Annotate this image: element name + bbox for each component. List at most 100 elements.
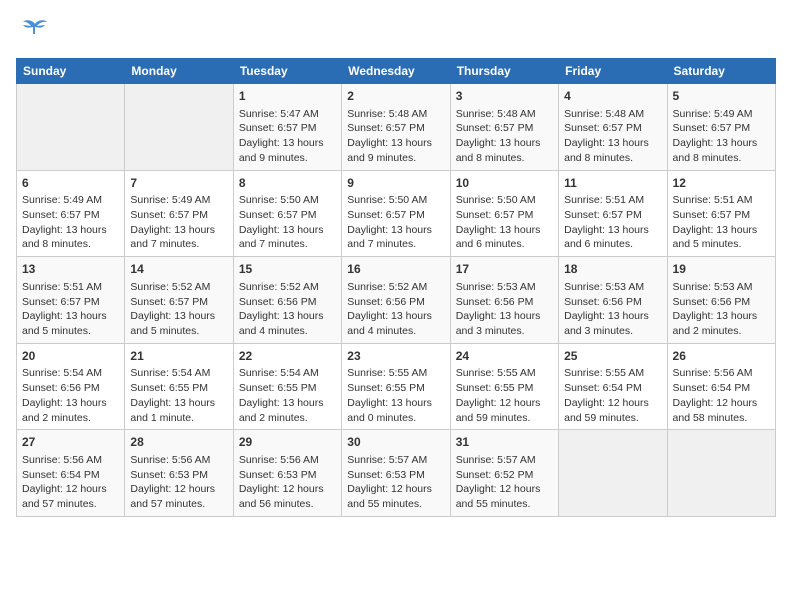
calendar-cell: 24Sunrise: 5:55 AM Sunset: 6:55 PM Dayli…	[450, 343, 558, 430]
day-info: Sunrise: 5:53 AM Sunset: 6:56 PM Dayligh…	[564, 280, 661, 339]
calendar-cell: 30 Sunrise: 5:57 AM Sunset: 6:53 PM Dayli…	[342, 430, 450, 517]
day-info: Sunrise: 5:54 AM Sunset: 6:55 PM Dayligh…	[239, 366, 336, 425]
calendar-cell: 16 Sunrise: 5:52 AM Sunset: 6:56 PM Dayli…	[342, 257, 450, 344]
day-number: 16	[347, 261, 444, 278]
day-info: Sunrise: 5:52 AM Sunset: 6:56 PM Dayligh…	[239, 280, 336, 339]
calendar-cell: 7Sunrise: 5:49 AM Sunset: 6:57 PM Daylig…	[125, 170, 233, 257]
day-number: 19	[673, 261, 770, 278]
day-number: 4	[564, 88, 661, 105]
day-number: 31	[456, 434, 553, 451]
day-number: 15	[239, 261, 336, 278]
calendar-cell: 4 Sunrise: 5:48 AM Sunset: 6:57 PM Daylig…	[559, 84, 667, 171]
calendar-cell: 6Sunrise: 5:49 AM Sunset: 6:57 PM Daylig…	[17, 170, 125, 257]
calendar-cell: 15 Sunrise: 5:52 AM Sunset: 6:56 PM Dayli…	[233, 257, 341, 344]
day-number: 1	[239, 88, 336, 105]
day-info: Sunrise: 5:48 AM Sunset: 6:57 PM Dayligh…	[564, 107, 661, 166]
calendar-cell	[125, 84, 233, 171]
day-info: Sunrise: 5:57 AM Sunset: 6:52 PM Dayligh…	[456, 453, 553, 512]
day-info: Sunrise: 5:49 AM Sunset: 6:57 PM Dayligh…	[130, 193, 227, 252]
day-info: Sunrise: 5:54 AM Sunset: 6:55 PM Dayligh…	[130, 366, 227, 425]
calendar-cell: 27 Sunrise: 5:56 AM Sunset: 6:54 PM Dayli…	[17, 430, 125, 517]
calendar-cell: 26Sunrise: 5:56 AM Sunset: 6:54 PM Dayli…	[667, 343, 775, 430]
day-info: Sunrise: 5:57 AM Sunset: 6:53 PM Dayligh…	[347, 453, 444, 512]
calendar-week-3: 13 Sunrise: 5:51 AM Sunset: 6:57 PM Dayli…	[17, 257, 776, 344]
day-number: 18	[564, 261, 661, 278]
calendar-cell: 5Sunrise: 5:49 AM Sunset: 6:57 PM Daylig…	[667, 84, 775, 171]
calendar-cell: 3 Sunrise: 5:48 AM Sunset: 6:57 PM Daylig…	[450, 84, 558, 171]
day-info: Sunrise: 5:56 AM Sunset: 6:54 PM Dayligh…	[22, 453, 119, 512]
day-info: Sunrise: 5:53 AM Sunset: 6:56 PM Dayligh…	[673, 280, 770, 339]
day-number: 22	[239, 348, 336, 365]
day-number: 29	[239, 434, 336, 451]
day-info: Sunrise: 5:50 AM Sunset: 6:57 PM Dayligh…	[347, 193, 444, 252]
day-number: 23	[347, 348, 444, 365]
weekday-header-wednesday: Wednesday	[342, 59, 450, 84]
day-info: Sunrise: 5:52 AM Sunset: 6:56 PM Dayligh…	[347, 280, 444, 339]
day-info: Sunrise: 5:55 AM Sunset: 6:54 PM Dayligh…	[564, 366, 661, 425]
calendar-table: SundayMondayTuesdayWednesdayThursdayFrid…	[16, 58, 776, 517]
day-number: 27	[22, 434, 119, 451]
day-info: Sunrise: 5:48 AM Sunset: 6:57 PM Dayligh…	[347, 107, 444, 166]
calendar-week-5: 27 Sunrise: 5:56 AM Sunset: 6:54 PM Dayli…	[17, 430, 776, 517]
weekday-header-monday: Monday	[125, 59, 233, 84]
day-info: Sunrise: 5:54 AM Sunset: 6:56 PM Dayligh…	[22, 366, 119, 425]
day-number: 30	[347, 434, 444, 451]
calendar-cell: 11Sunrise: 5:51 AM Sunset: 6:57 PM Dayli…	[559, 170, 667, 257]
day-info: Sunrise: 5:56 AM Sunset: 6:53 PM Dayligh…	[239, 453, 336, 512]
calendar-cell: 29 Sunrise: 5:56 AM Sunset: 6:53 PM Dayli…	[233, 430, 341, 517]
day-number: 12	[673, 175, 770, 192]
logo	[16, 16, 49, 50]
calendar-cell: 2 Sunrise: 5:48 AM Sunset: 6:57 PM Daylig…	[342, 84, 450, 171]
day-number: 3	[456, 88, 553, 105]
calendar-cell: 9Sunrise: 5:50 AM Sunset: 6:57 PM Daylig…	[342, 170, 450, 257]
calendar-cell: 13 Sunrise: 5:51 AM Sunset: 6:57 PM Dayli…	[17, 257, 125, 344]
day-number: 25	[564, 348, 661, 365]
day-number: 28	[130, 434, 227, 451]
calendar-cell	[17, 84, 125, 171]
day-info: Sunrise: 5:49 AM Sunset: 6:57 PM Dayligh…	[22, 193, 119, 252]
calendar-cell: 10Sunrise: 5:50 AM Sunset: 6:57 PM Dayli…	[450, 170, 558, 257]
page-header	[16, 16, 776, 50]
day-info: Sunrise: 5:47 AM Sunset: 6:57 PM Dayligh…	[239, 107, 336, 166]
day-info: Sunrise: 5:55 AM Sunset: 6:55 PM Dayligh…	[347, 366, 444, 425]
day-number: 10	[456, 175, 553, 192]
day-info: Sunrise: 5:56 AM Sunset: 6:54 PM Dayligh…	[673, 366, 770, 425]
day-info: Sunrise: 5:52 AM Sunset: 6:57 PM Dayligh…	[130, 280, 227, 339]
calendar-cell: 1 Sunrise: 5:47 AM Sunset: 6:57 PM Daylig…	[233, 84, 341, 171]
calendar-week-1: 1 Sunrise: 5:47 AM Sunset: 6:57 PM Daylig…	[17, 84, 776, 171]
day-info: Sunrise: 5:50 AM Sunset: 6:57 PM Dayligh…	[456, 193, 553, 252]
day-info: Sunrise: 5:56 AM Sunset: 6:53 PM Dayligh…	[130, 453, 227, 512]
day-info: Sunrise: 5:51 AM Sunset: 6:57 PM Dayligh…	[22, 280, 119, 339]
day-number: 2	[347, 88, 444, 105]
calendar-cell: 14 Sunrise: 5:52 AM Sunset: 6:57 PM Dayli…	[125, 257, 233, 344]
day-number: 14	[130, 261, 227, 278]
calendar-cell: 21Sunrise: 5:54 AM Sunset: 6:55 PM Dayli…	[125, 343, 233, 430]
day-number: 20	[22, 348, 119, 365]
calendar-cell: 19 Sunrise: 5:53 AM Sunset: 6:56 PM Dayli…	[667, 257, 775, 344]
calendar-cell: 12Sunrise: 5:51 AM Sunset: 6:57 PM Dayli…	[667, 170, 775, 257]
day-info: Sunrise: 5:53 AM Sunset: 6:56 PM Dayligh…	[456, 280, 553, 339]
day-number: 11	[564, 175, 661, 192]
day-number: 9	[347, 175, 444, 192]
logo-bird-icon	[21, 16, 49, 50]
weekday-header-saturday: Saturday	[667, 59, 775, 84]
calendar-cell	[667, 430, 775, 517]
day-number: 13	[22, 261, 119, 278]
day-number: 17	[456, 261, 553, 278]
calendar-cell: 18 Sunrise: 5:53 AM Sunset: 6:56 PM Dayli…	[559, 257, 667, 344]
day-info: Sunrise: 5:51 AM Sunset: 6:57 PM Dayligh…	[564, 193, 661, 252]
calendar-week-4: 20Sunrise: 5:54 AM Sunset: 6:56 PM Dayli…	[17, 343, 776, 430]
weekday-header-tuesday: Tuesday	[233, 59, 341, 84]
day-info: Sunrise: 5:51 AM Sunset: 6:57 PM Dayligh…	[673, 193, 770, 252]
day-number: 6	[22, 175, 119, 192]
day-number: 21	[130, 348, 227, 365]
day-number: 5	[673, 88, 770, 105]
calendar-cell: 23Sunrise: 5:55 AM Sunset: 6:55 PM Dayli…	[342, 343, 450, 430]
day-info: Sunrise: 5:48 AM Sunset: 6:57 PM Dayligh…	[456, 107, 553, 166]
weekday-header-sunday: Sunday	[17, 59, 125, 84]
day-number: 24	[456, 348, 553, 365]
day-number: 8	[239, 175, 336, 192]
day-number: 7	[130, 175, 227, 192]
calendar-cell: 25Sunrise: 5:55 AM Sunset: 6:54 PM Dayli…	[559, 343, 667, 430]
day-number: 26	[673, 348, 770, 365]
